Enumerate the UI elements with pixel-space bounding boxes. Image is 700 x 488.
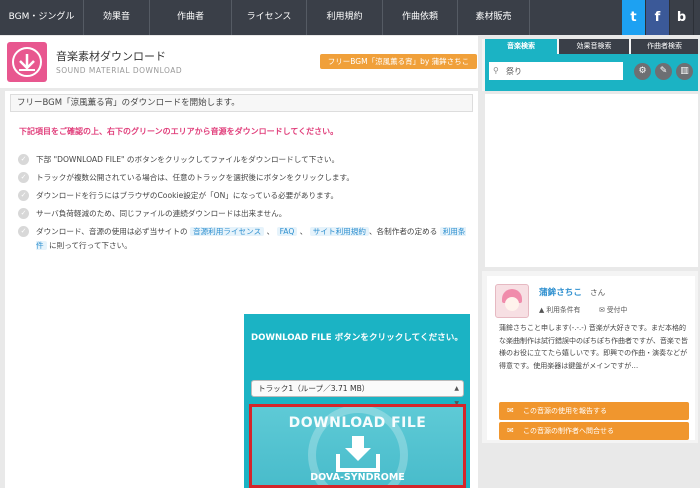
nav-item-commission[interactable]: 作曲依頼: [383, 0, 458, 35]
author-name[interactable]: 蒲鉾さちこ: [539, 286, 582, 298]
separator: 、: [299, 227, 308, 236]
license-badge: ▲ 利用条件有: [539, 304, 580, 314]
search-input[interactable]: [489, 62, 623, 80]
download-instructions: フリーBGM「涼風薫る宵」のダウンロードを開始します。 下記項目をご確認の上、右…: [5, 91, 478, 488]
main-column: 音楽素材ダウンロード SOUND MATERIAL DOWNLOAD フリーBG…: [0, 36, 478, 488]
list-item-text: 下部 "DOWNLOAD FILE" のボタンをクリックしてファイルをダウンロー…: [36, 155, 340, 164]
selected-track: トラック1（ループ／3.71 MB）: [258, 384, 370, 393]
tab-sound-effect-search[interactable]: 効果音検索: [559, 39, 629, 54]
nav-item-bgm[interactable]: BGM・ジングル: [0, 0, 84, 35]
sidebar: 音楽検索 効果音検索 作曲者検索 ⚲ ⚙ ✎ ▥ 蒲鉾さちこ さん ▲ 利用条件…: [482, 36, 700, 488]
mail-icon: ✉: [507, 406, 514, 415]
twitter-icon[interactable]: t: [622, 0, 646, 35]
list-item: ✓ トラックが複数公開されている場合は、任意のトラックを選択後にボタンをクリックし…: [18, 171, 468, 185]
check-icon: ✓: [18, 208, 29, 219]
author-honorific: さん: [590, 288, 606, 297]
track-tag[interactable]: フリーBGM「涼風薫る宵」by 蒲鉾さちこ: [320, 54, 477, 69]
check-icon: ✓: [18, 226, 29, 237]
check-icon: ✓: [18, 154, 29, 165]
nav-item-license[interactable]: ライセンス: [232, 0, 307, 35]
download-icon: [336, 436, 380, 472]
trash-icon[interactable]: ▥: [676, 63, 693, 80]
contact-author-button[interactable]: ✉ この音源の制作者へ問合せる: [499, 422, 689, 440]
list-item-text: に則って行って下さい。: [49, 241, 132, 250]
brand-label: DOVA-SYNDROME: [310, 472, 405, 483]
list-item-text: トラックが複数公開されている場合は、任意のトラックを選択後にボタンをクリックしま…: [36, 173, 354, 182]
author-widget: 蒲鉾さちこ さん ▲ 利用条件有 ✉ 受付中 蒲鉾さちこと申します(-.-.-)…: [482, 271, 698, 443]
orders-badge-label: 受付中: [606, 306, 628, 314]
author-bio: 蒲鉾さちこと申します(-.-.-) 音楽が大好きです。まだ本格的な楽曲制作は試行…: [499, 324, 688, 370]
mail-icon: ✉: [507, 426, 514, 435]
notice-text: 下記項目をご確認の上、右下のグリーンのエリアから音源をダウンロードしてください。: [19, 127, 339, 136]
contact-author-label: この音源の制作者へ問合せる: [523, 427, 614, 435]
list-item: ✓ ダウンロードを行うにはブラウザのCookie設定が「ON」になっている必要があ…: [18, 189, 468, 203]
license-link[interactable]: 音源利用ライセンス: [190, 227, 265, 236]
avatar-face: [505, 297, 519, 311]
nav-item-composers[interactable]: 作曲者: [150, 0, 232, 35]
page-subtitle: SOUND MATERIAL DOWNLOAD: [56, 66, 183, 75]
download-file-button[interactable]: DOWNLOAD FILE DOVA-SYNDROME: [249, 404, 466, 488]
ad-space: [485, 94, 698, 267]
avatar[interactable]: [495, 284, 529, 318]
terms-link[interactable]: サイト利用規約: [309, 227, 369, 236]
search-widget: 音楽検索 効果音検索 作曲者検索 ⚲ ⚙ ✎ ▥: [482, 39, 698, 91]
page-header: 音楽素材ダウンロード SOUND MATERIAL DOWNLOAD フリーBG…: [0, 36, 478, 88]
check-icon: ✓: [18, 190, 29, 201]
list-item-text: 、各制作者の定める: [368, 227, 438, 236]
faq-link[interactable]: FAQ: [276, 227, 298, 236]
tab-composer-search[interactable]: 作曲者検索: [631, 39, 698, 54]
download-file-label: DOWNLOAD FILE: [288, 415, 427, 431]
author-card: 蒲鉾さちこ さん ▲ 利用条件有 ✉ 受付中 蒲鉾さちこと申します(-.-.-)…: [487, 276, 695, 440]
list-item-text: サーバ負荷軽減のため、同じファイルの連続ダウンロードは出来ません。: [36, 209, 287, 218]
tab-music-search[interactable]: 音楽検索: [485, 39, 557, 54]
facebook-icon[interactable]: f: [646, 0, 670, 35]
license-badge-label: 利用条件有: [546, 306, 581, 314]
nav-item-sound-effects[interactable]: 効果音: [84, 0, 150, 35]
list-item-text: ダウンロード、音源の使用は必ず当サイトの: [36, 227, 188, 236]
download-panel: DOWNLOAD FILE ボタンをクリックしてください。 トラック1（ループ／…: [244, 314, 470, 488]
mail-icon: ✉: [599, 306, 607, 314]
orders-badge: ✉ 受付中: [599, 304, 627, 314]
blog-icon[interactable]: b: [670, 0, 694, 35]
list-item: ✓ 下部 "DOWNLOAD FILE" のボタンをクリックしてファイルをダウンロ…: [18, 153, 468, 167]
check-icon: ✓: [18, 172, 29, 183]
tag-icon[interactable]: ✎: [655, 63, 672, 80]
list-item-text: ダウンロードを行うにはブラウザのCookie設定が「ON」になっている必要があり…: [36, 191, 339, 200]
list-item: ✓ サーバ負荷軽減のため、同じファイルの連続ダウンロードは出来ません。: [18, 207, 468, 221]
report-usage-label: この音源の使用を報告する: [523, 407, 607, 415]
nav-item-terms[interactable]: 利用規約: [307, 0, 383, 35]
page-title: 音楽素材ダウンロード: [56, 50, 166, 63]
list-item: ✓ ダウンロード、音源の使用は必ず当サイトの 音源利用ライセンス 、 FAQ 、 …: [18, 225, 468, 253]
track-select[interactable]: トラック1（ループ／3.71 MB） ▲▼: [251, 380, 464, 407]
download-heading: DOWNLOAD FILE ボタンをクリックしてください。: [251, 333, 463, 343]
gear-icon[interactable]: ⚙: [634, 63, 651, 80]
search-bar: ⚲ ⚙ ✎ ▥: [485, 54, 698, 91]
instruction-list: ✓ 下部 "DOWNLOAD FILE" のボタンをクリックしてファイルをダウンロ…: [18, 153, 468, 257]
search-icon: ⚲: [493, 66, 499, 75]
top-navigation: BGM・ジングル 効果音 作曲者 ライセンス 利用規約 作曲依頼 素材販売 t …: [0, 0, 700, 35]
download-logo-icon: [7, 42, 47, 82]
nav-item-material-sales[interactable]: 素材販売: [458, 0, 530, 35]
start-message: フリーBGM「涼風薫る宵」のダウンロードを開始します。: [10, 94, 473, 112]
report-usage-button[interactable]: ✉ この音源の使用を報告する: [499, 402, 689, 420]
separator: 、: [266, 227, 275, 236]
